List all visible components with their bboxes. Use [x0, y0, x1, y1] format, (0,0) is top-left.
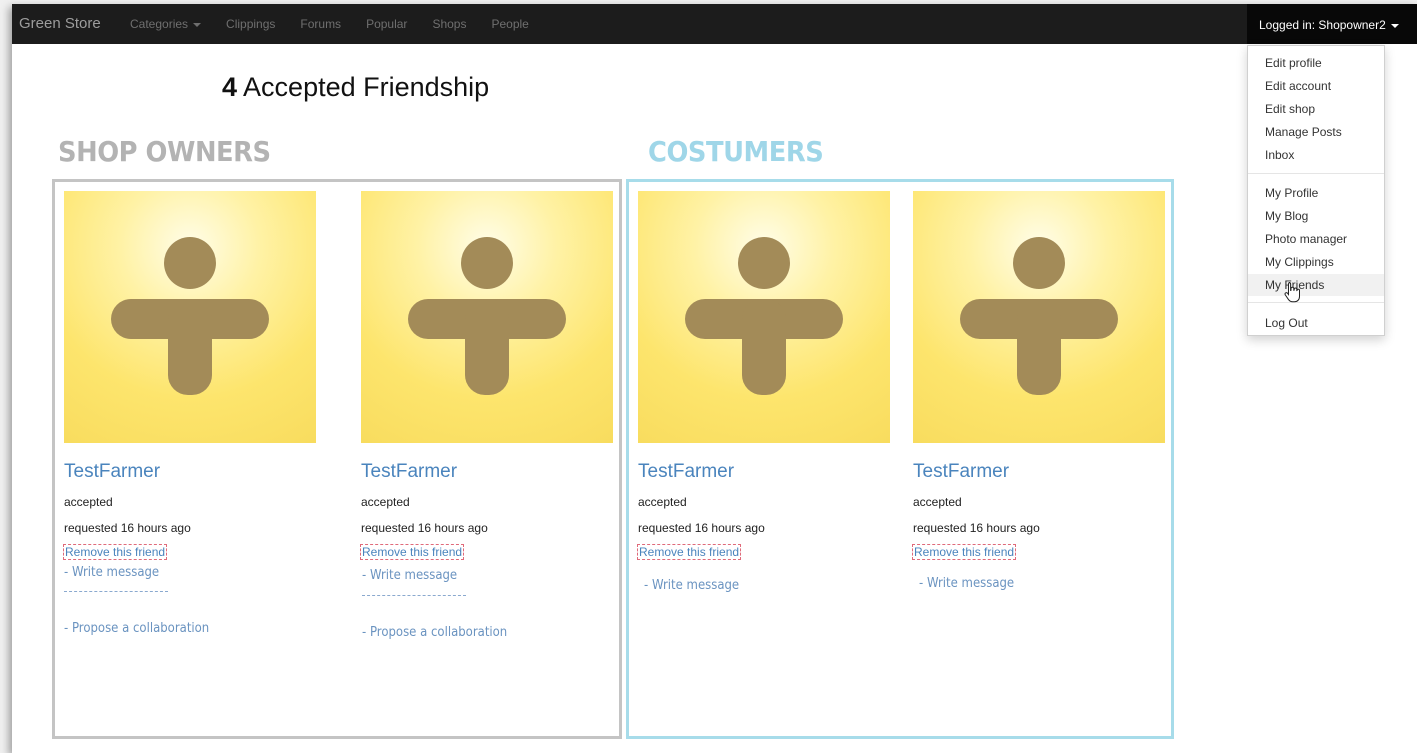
avatar-head-shape	[461, 237, 513, 289]
avatar-head-shape	[738, 237, 790, 289]
friend-requested-time: requested 16 hours ago	[913, 521, 1040, 535]
friend-card: TestFarmer accepted requested 16 hours a…	[62, 191, 316, 636]
caret-down-icon	[193, 22, 202, 27]
menu-item-manage-posts[interactable]: Manage Posts	[1248, 121, 1384, 143]
section-title-shop-owners: SHOP OWNERS	[58, 135, 271, 168]
page-title: 4 Accepted Friendship	[222, 72, 489, 103]
section-title-costumers: COSTUMERS	[648, 135, 824, 168]
user-dropdown-menu: Edit profile Edit account Edit shop Mana…	[1247, 45, 1385, 336]
page-title-text: Accepted Friendship	[243, 72, 490, 102]
avatar-body-shape	[1017, 299, 1061, 395]
remove-friend-link[interactable]: Remove this friend	[911, 544, 1017, 560]
menu-item-log-out[interactable]: Log Out	[1248, 312, 1384, 334]
remove-friend-link[interactable]: Remove this friend	[62, 544, 168, 560]
menu-item-edit-profile[interactable]: Edit profile	[1248, 52, 1384, 74]
friend-name-link[interactable]: TestFarmer	[913, 461, 1009, 483]
friend-name-link[interactable]: TestFarmer	[638, 461, 734, 483]
menu-item-my-blog[interactable]: My Blog	[1248, 205, 1384, 227]
write-message-link[interactable]: - Write message	[362, 568, 457, 583]
avatar[interactable]	[638, 191, 890, 443]
shop-owners-panel: TestFarmer accepted requested 16 hours a…	[52, 179, 622, 739]
menu-item-my-friends[interactable]: My Friends	[1248, 274, 1384, 296]
divider	[362, 595, 466, 596]
avatar[interactable]	[64, 191, 316, 443]
write-message-link[interactable]: - Write message	[919, 576, 1014, 591]
friend-card: TestFarmer accepted requested 16 hours a…	[636, 191, 890, 593]
friend-status: accepted	[913, 495, 962, 509]
menu-item-inbox[interactable]: Inbox	[1248, 144, 1384, 166]
nav-menu: Categories Clippings Forums Popular Shop…	[130, 17, 554, 31]
menu-item-edit-shop[interactable]: Edit shop	[1248, 98, 1384, 120]
brand-link[interactable]: Green Store	[19, 15, 101, 32]
friend-status: accepted	[361, 495, 410, 509]
avatar-body-shape	[742, 299, 786, 395]
top-navbar: Green Store Categories Clippings Forums …	[12, 4, 1417, 44]
avatar-body-shape	[168, 299, 212, 395]
menu-item-my-profile[interactable]: My Profile	[1248, 182, 1384, 204]
nav-item-shops[interactable]: Shops	[432, 17, 466, 31]
nav-item-label: Categories	[130, 17, 189, 31]
remove-friend-link[interactable]: Remove this friend	[359, 544, 465, 560]
friend-name-link[interactable]: TestFarmer	[361, 461, 457, 483]
menu-item-photo-manager[interactable]: Photo manager	[1248, 228, 1384, 250]
avatar-body-shape	[465, 299, 509, 395]
nav-item-clippings[interactable]: Clippings	[226, 17, 275, 31]
menu-item-my-clippings[interactable]: My Clippings	[1248, 251, 1384, 273]
browser-window: Green Store Categories Clippings Forums …	[12, 4, 1417, 753]
nav-item-forums[interactable]: Forums	[300, 17, 341, 31]
write-message-link[interactable]: - Write message	[644, 578, 739, 593]
nav-item-categories[interactable]: Categories	[130, 17, 202, 31]
friend-name-link[interactable]: TestFarmer	[64, 461, 160, 483]
avatar[interactable]	[913, 191, 1165, 443]
costumers-panel: TestFarmer accepted requested 16 hours a…	[626, 179, 1174, 739]
nav-item-popular[interactable]: Popular	[366, 17, 407, 31]
nav-item-people[interactable]: People	[491, 17, 528, 31]
friend-card: TestFarmer accepted requested 16 hours a…	[359, 191, 613, 640]
avatar[interactable]	[361, 191, 613, 443]
friend-requested-time: requested 16 hours ago	[64, 521, 191, 535]
friend-requested-time: requested 16 hours ago	[638, 521, 765, 535]
write-message-link[interactable]: - Write message	[64, 565, 159, 580]
user-menu-label: Logged in: Shopowner2	[1259, 18, 1386, 32]
propose-collaboration-link[interactable]: - Propose a collaboration	[362, 625, 507, 640]
friend-status: accepted	[638, 495, 687, 509]
divider	[64, 591, 168, 592]
hand-pointer-cursor-icon	[1284, 282, 1300, 303]
friend-card: TestFarmer accepted requested 16 hours a…	[911, 191, 1165, 591]
menu-item-edit-account[interactable]: Edit account	[1248, 75, 1384, 97]
caret-down-icon	[1390, 23, 1399, 28]
avatar-head-shape	[164, 237, 216, 289]
menu-divider	[1248, 173, 1384, 174]
friend-status: accepted	[64, 495, 113, 509]
user-menu-toggle[interactable]: Logged in: Shopowner2	[1247, 4, 1417, 44]
avatar-head-shape	[1013, 237, 1065, 289]
remove-friend-link[interactable]: Remove this friend	[636, 544, 742, 560]
friend-count: 4	[222, 72, 238, 102]
propose-collaboration-link[interactable]: - Propose a collaboration	[64, 621, 209, 636]
friend-requested-time: requested 16 hours ago	[361, 521, 488, 535]
menu-divider	[1248, 302, 1384, 303]
